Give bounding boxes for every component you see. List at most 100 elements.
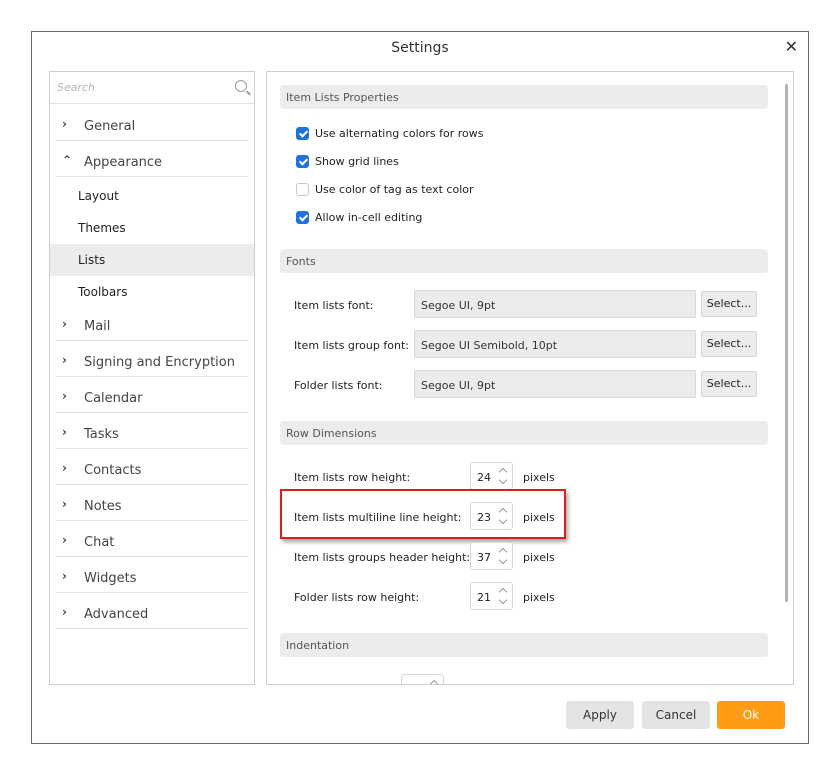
- chevron-down-icon[interactable]: [498, 517, 508, 528]
- checkbox-unchecked[interactable]: [296, 183, 309, 196]
- stepper-value[interactable]: 37: [477, 551, 491, 564]
- sidebar-item-label: Notes: [84, 499, 122, 514]
- sidebar-item-widgets[interactable]: › Widgets: [50, 560, 254, 596]
- checkbox-label: Use color of tag as text color: [315, 183, 474, 196]
- unit-label: pixels: [523, 471, 555, 484]
- chevron-right-icon: ›: [62, 117, 67, 131]
- checkbox-checked[interactable]: [296, 211, 309, 224]
- sidebar-item-general[interactable]: › General: [50, 108, 254, 144]
- sidebar-subitem-lists[interactable]: Lists: [50, 244, 254, 276]
- section-header-item-lists: Item Lists Properties: [280, 85, 768, 109]
- select-font-button[interactable]: Select...: [701, 291, 757, 317]
- sidebar-item-label: Appearance: [84, 155, 163, 170]
- search-icon[interactable]: [235, 80, 247, 92]
- sidebar-subitem-layout[interactable]: Layout: [50, 180, 254, 212]
- checkbox-label: Show grid lines: [315, 155, 399, 168]
- search-box[interactable]: Search: [50, 72, 254, 104]
- checkbox-label: Use alternating colors for rows: [315, 127, 484, 140]
- checkbox-checked[interactable]: [296, 127, 309, 140]
- stepper-value[interactable]: 24: [477, 471, 491, 484]
- sidebar-subitem-toolbars[interactable]: Toolbars: [50, 276, 254, 308]
- chevron-right-icon: ›: [62, 389, 67, 403]
- sidebar-item-label: Widgets: [84, 571, 137, 586]
- section-title: Indentation: [286, 639, 350, 652]
- sidebar-subitem-themes[interactable]: Themes: [50, 212, 254, 244]
- cancel-button[interactable]: Cancel: [642, 701, 710, 729]
- font-value: Segoe UI Semibold, 10pt: [421, 339, 558, 352]
- sidebar-item-calendar[interactable]: › Calendar: [50, 380, 254, 416]
- sidebar-subitem-label: Themes: [78, 221, 126, 235]
- sidebar-item-label: Mail: [84, 319, 111, 334]
- chevron-up-icon[interactable]: [498, 465, 508, 476]
- chevron-right-icon: ›: [62, 353, 67, 367]
- indentation-stepper[interactable]: [401, 674, 444, 684]
- sidebar-item-label: Signing and Encryption: [84, 355, 235, 370]
- chevron-down-icon[interactable]: [498, 557, 508, 568]
- chevron-up-icon[interactable]: [429, 677, 439, 684]
- section-title: Fonts: [286, 255, 316, 268]
- checkbox-checked[interactable]: [296, 155, 309, 168]
- chevron-right-icon: ›: [62, 533, 67, 547]
- chevron-up-icon: ⌃: [62, 153, 73, 167]
- vertical-scrollbar[interactable]: [785, 84, 788, 602]
- font-value-field: Segoe UI, 9pt: [414, 370, 696, 398]
- sidebar-item-label: Contacts: [84, 463, 142, 478]
- unit-label: pixels: [523, 551, 555, 564]
- sidebar-item-appearance[interactable]: ⌃ Appearance: [50, 144, 254, 180]
- sidebar-item-notes[interactable]: › Notes: [50, 488, 254, 524]
- sidebar-item-tasks[interactable]: › Tasks: [50, 416, 254, 452]
- sidebar-subitem-label: Lists: [78, 253, 106, 267]
- chevron-down-icon[interactable]: [498, 477, 508, 488]
- dimension-label: Item lists row height:: [294, 471, 411, 484]
- chevron-right-icon: ›: [62, 317, 67, 331]
- row-height-stepper[interactable]: 24: [470, 462, 513, 490]
- section-header-row-dimensions: Row Dimensions: [280, 421, 768, 445]
- unit-label: pixels: [523, 591, 555, 604]
- font-label: Folder lists font:: [294, 379, 383, 392]
- group-header-height-stepper[interactable]: 37: [470, 542, 513, 570]
- sidebar-nav: › General ⌃ Appearance Layout Themes Lis…: [50, 108, 254, 632]
- stepper-value[interactable]: 21: [477, 591, 491, 604]
- unit-label: pixels: [523, 511, 555, 524]
- chevron-up-icon[interactable]: [498, 545, 508, 556]
- chevron-right-icon: ›: [62, 605, 67, 619]
- sidebar-item-contacts[interactable]: › Contacts: [50, 452, 254, 488]
- chevron-up-icon[interactable]: [498, 585, 508, 596]
- settings-dialog: Settings ✕ Search › General ⌃ Appearance…: [31, 31, 809, 744]
- dimension-label: Item lists multiline line height:: [294, 511, 462, 524]
- font-label: Item lists font:: [294, 299, 374, 312]
- folder-row-height-stepper[interactable]: 21: [470, 582, 513, 610]
- sidebar-item-label: General: [84, 119, 136, 134]
- font-value-field: Segoe UI Semibold, 10pt: [414, 330, 696, 358]
- stepper-value[interactable]: 23: [477, 511, 491, 524]
- chevron-down-icon[interactable]: [498, 597, 508, 608]
- chevron-right-icon: ›: [62, 569, 67, 583]
- ok-button[interactable]: Ok: [717, 701, 785, 729]
- close-icon[interactable]: ✕: [785, 37, 798, 56]
- sidebar-item-signing-and-encryption[interactable]: › Signing and Encryption: [50, 344, 254, 380]
- settings-content: Item Lists Properties Use alternating co…: [266, 71, 794, 685]
- sidebar-item-chat[interactable]: › Chat: [50, 524, 254, 560]
- font-value: Segoe UI, 9pt: [421, 379, 496, 392]
- chevron-right-icon: ›: [62, 461, 67, 475]
- dimension-label: Item lists groups header height:: [294, 551, 471, 564]
- sidebar-item-label: Tasks: [84, 427, 119, 442]
- apply-button[interactable]: Apply: [566, 701, 634, 729]
- settings-sidebar: Search › General ⌃ Appearance Layout The…: [49, 71, 255, 685]
- checkbox-label: Allow in-cell editing: [315, 211, 423, 224]
- section-header-indentation: Indentation: [280, 633, 768, 657]
- sidebar-item-advanced[interactable]: › Advanced: [50, 596, 254, 632]
- dialog-title: Settings: [391, 40, 449, 56]
- chevron-right-icon: ›: [62, 497, 67, 511]
- multiline-height-stepper[interactable]: 23: [470, 502, 513, 530]
- search-input[interactable]: Search: [57, 81, 95, 94]
- sidebar-item-label: Calendar: [84, 391, 143, 406]
- select-font-button[interactable]: Select...: [701, 331, 757, 357]
- section-title: Row Dimensions: [286, 427, 377, 440]
- select-font-button[interactable]: Select...: [701, 371, 757, 397]
- font-label: Item lists group font:: [294, 339, 409, 352]
- chevron-up-icon[interactable]: [498, 505, 508, 516]
- sidebar-subitem-label: Layout: [78, 189, 119, 203]
- sidebar-item-mail[interactable]: › Mail: [50, 308, 254, 344]
- section-header-fonts: Fonts: [280, 249, 768, 273]
